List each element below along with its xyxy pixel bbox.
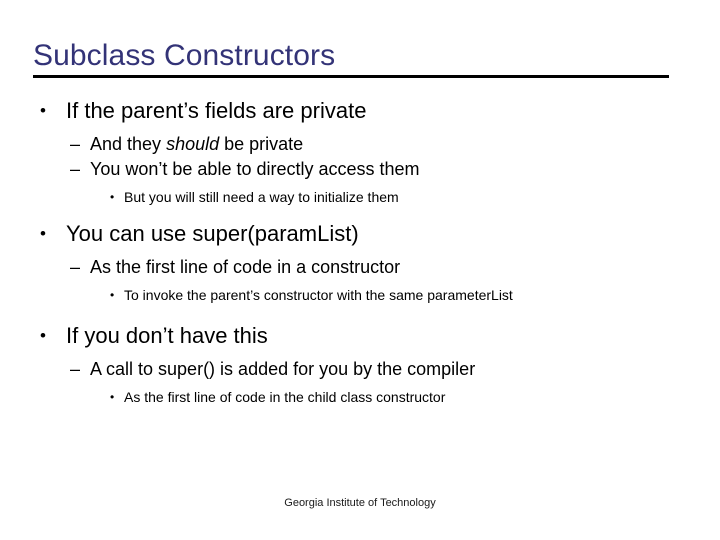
bullet-item-level2: – As the first line of code in a constru… [0,255,720,280]
bullet-text: As the first line of code in the child c… [124,389,446,405]
bullet-text-emphasis: should [166,134,220,154]
bullet-text: You won’t be able to directly access the… [90,159,420,179]
bullet-dot-icon: • [40,326,46,345]
bullet-text: As the first line of code in a construct… [90,257,401,277]
bullet-dash-icon: – [70,257,81,277]
bullet-dot-icon: • [40,101,46,120]
bullet-item-level2: – And they should be private [0,132,720,157]
bullet-text: And they should be private [90,132,720,157]
bullet-item-level1: • If you don’t have this [0,321,720,351]
bullet-text: A call to super() is added for you by th… [90,359,476,379]
slide-title-block: Subclass Constructors [33,38,669,74]
bullet-text: If you don’t have this [66,323,268,348]
bullet-dash-icon: – [70,359,81,379]
bullet-text: If the parent’s fields are private [66,98,367,123]
bullet-text: You can use super(paramList) [66,221,359,246]
slide-footer: Georgia Institute of Technology [0,496,720,510]
bullet-dot-icon: • [110,288,115,302]
title-underline-rule [33,75,669,78]
bullet-dash-icon: – [70,134,81,154]
bullet-dot-icon: • [40,224,46,243]
bullet-item-level1: • If the parent’s fields are private [0,96,720,126]
bullet-text: But you will still need a way to initial… [124,189,399,205]
slide-body-bullet-list: • If the parent’s fields are private – A… [0,96,720,407]
footer-text: Georgia Institute of Technology [284,497,436,509]
bullet-text: To invoke the parent’s constructor with … [124,287,513,303]
bullet-item-level3: • To invoke the parent’s constructor wit… [0,286,720,305]
bullet-dot-icon: • [110,190,115,204]
bullet-dash-icon: – [70,159,81,179]
bullet-item-level3: • As the first line of code in the child… [0,388,720,407]
bullet-text-segment: be private [219,134,304,154]
bullet-item-level1: • You can use super(paramList) [0,219,720,249]
bullet-item-level2: – A call to super() is added for you by … [0,357,720,382]
bullet-item-level3: • But you will still need a way to initi… [0,188,720,207]
slide-canvas: Subclass Constructors • If the parent’s … [0,0,720,540]
bullet-item-level2: – You won’t be able to directly access t… [0,157,720,182]
bullet-text-segment: And they [90,134,167,154]
page-title: Subclass Constructors [33,39,336,72]
bullet-dot-icon: • [110,390,115,404]
